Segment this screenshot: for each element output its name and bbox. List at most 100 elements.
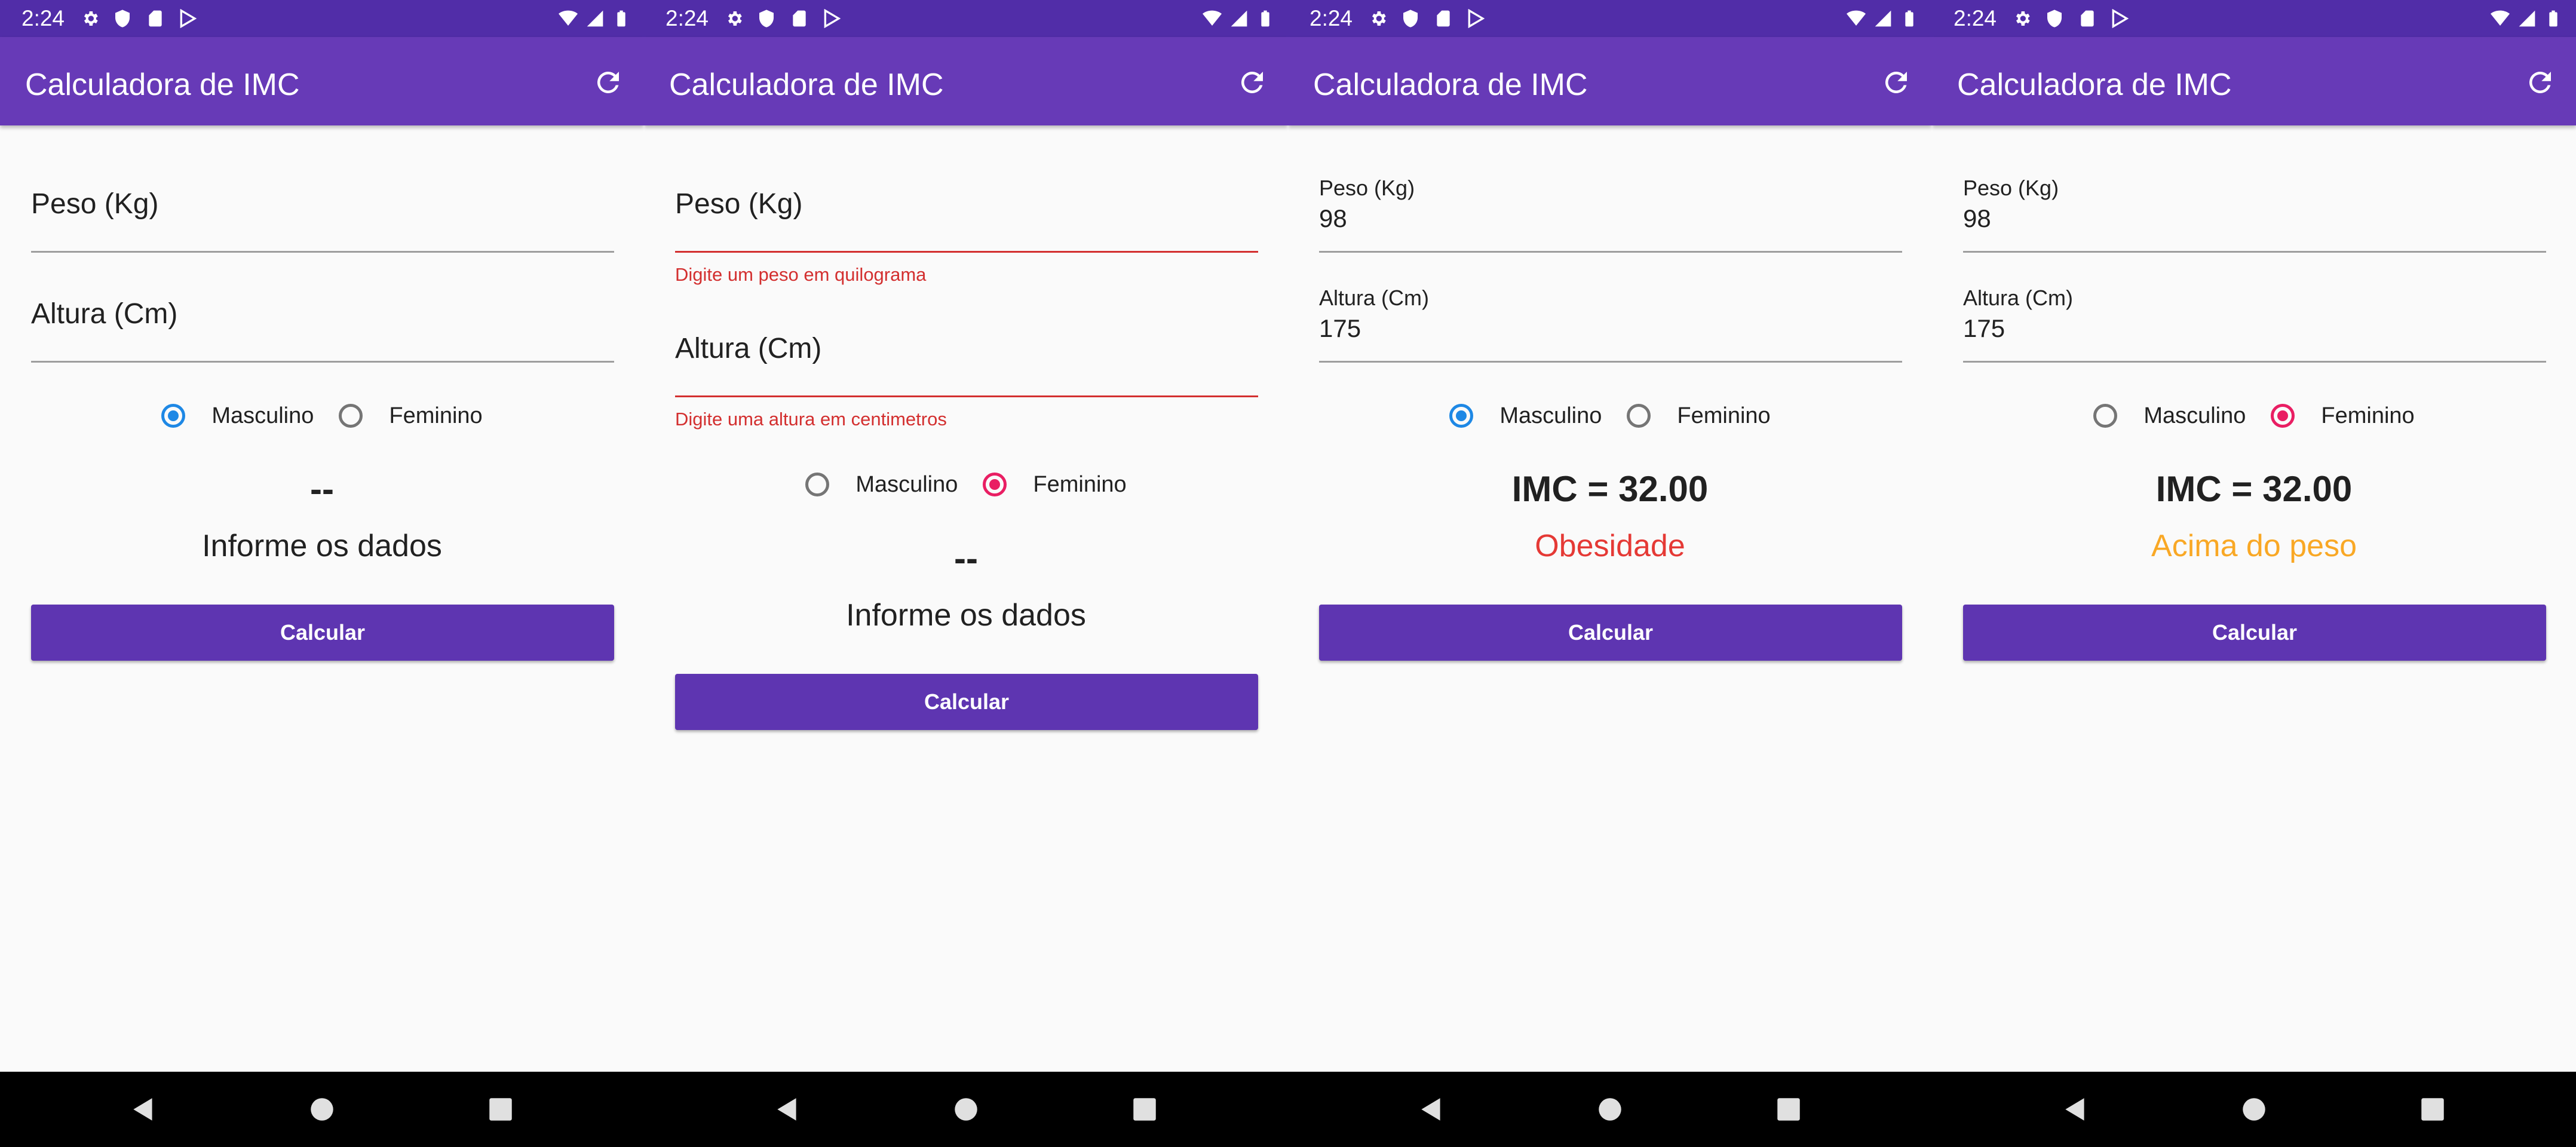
back-button[interactable] [1416,1094,1446,1124]
status-system-icons [2491,9,2568,28]
radio-male[interactable]: Masculino [1449,403,1602,429]
bmi-result: IMC = 32.00 [2155,469,2353,509]
sex-radio-group: Masculino Feminino [1932,398,2576,434]
radio-male-circle[interactable] [805,473,830,496]
radio-female-circle[interactable] [1627,404,1651,428]
refresh-icon [2529,71,2551,93]
settings-icon [2016,11,2030,26]
radio-female-circle[interactable] [2271,404,2295,428]
height-field[interactable]: Altura (Cm) [675,312,1258,397]
back-icon [777,1098,796,1121]
battery-icon [2549,10,2557,27]
settings-icon [728,11,742,26]
radio-female[interactable]: Feminino [2271,403,2415,429]
status-system-icons [559,9,636,28]
refresh-button[interactable] [590,65,626,100]
calculate-button[interactable]: Calcular [675,674,1258,730]
radio-female-label: Feminino [389,403,483,428]
home-icon [955,1098,977,1121]
weight-field[interactable]: Peso (Kg) [31,167,614,253]
radio-female-circle[interactable] [339,404,363,428]
calculate-button[interactable]: Calcular [31,605,614,661]
refresh-button[interactable] [1878,65,1914,100]
sd-card-icon [2081,10,2094,27]
radio-male[interactable]: Masculino [161,403,314,429]
radio-male-label: Masculino [211,403,314,428]
app-title: Calculadora de IMC [669,68,944,102]
calculate-button[interactable]: Calcular [1319,605,1902,661]
back-button[interactable] [128,1094,158,1124]
status-bar: 2:24 [644,0,1288,37]
home-button[interactable] [951,1094,981,1124]
refresh-icon [1885,71,1907,93]
shield-icon [2047,10,2062,27]
bmi-result: IMC = 32.00 [1511,469,1709,509]
nav-bar [1288,1072,1932,1147]
signal-icon [1875,10,1891,27]
radio-female[interactable]: Feminino [983,472,1127,498]
bmi-message: Acima do peso [2151,529,2357,563]
radio-male[interactable]: Masculino [2093,403,2246,429]
home-icon [1599,1098,1621,1121]
recents-button[interactable] [1130,1094,1160,1124]
weight-label: Peso (Kg) [31,188,159,220]
home-button[interactable] [1595,1094,1625,1124]
radio-female-circle[interactable] [983,473,1007,496]
play-store-icon [2112,8,2129,29]
nav-bar [1932,1072,2576,1147]
app-title: Calculadora de IMC [1313,68,1588,102]
radio-male-circle[interactable] [2093,404,2118,428]
status-notification-icons [1369,8,1496,29]
back-icon [133,1098,152,1121]
weight-label: Peso (Kg) [675,188,803,220]
weight-field[interactable]: Peso (Kg) [675,167,1258,253]
radio-male-label: Masculino [855,471,958,497]
recents-button[interactable] [486,1094,516,1124]
home-button[interactable] [2239,1094,2269,1124]
refresh-button[interactable] [2522,65,2558,100]
back-icon [1421,1098,1440,1121]
status-bar: 2:24 [1288,0,1932,37]
signal-icon [1231,10,1247,27]
weight-value: 98 [1319,204,1347,232]
nav-bar [644,1072,1288,1147]
refresh-button[interactable] [1234,65,1270,100]
radio-male-circle[interactable] [1449,404,1474,428]
recents-icon [1777,1098,1800,1121]
height-label: Altura (Cm) [1963,286,2074,310]
status-time: 2:24 [1954,6,1997,30]
weight-field[interactable]: Peso (Kg) 98 [1963,167,2546,253]
bmi-message: Informe os dados [846,598,1086,633]
height-field[interactable]: Altura (Cm) 175 [1319,277,1902,363]
back-button[interactable] [772,1094,802,1124]
status-bar: 2:24 [0,0,644,37]
sd-card-icon [793,10,806,27]
calculate-button[interactable]: Calcular [1963,605,2546,661]
settings-icon [1372,11,1386,26]
back-icon [2065,1098,2084,1121]
status-notification-icons [725,8,852,29]
sex-radio-group: Masculino Feminino [644,467,1288,502]
height-label: Altura (Cm) [675,333,822,364]
height-value: 175 [1963,314,2005,342]
radio-male[interactable]: Masculino [805,472,958,498]
height-field[interactable]: Altura (Cm) 175 [1963,277,2546,363]
back-button[interactable] [2060,1094,2090,1124]
wifi-icon [2491,10,2510,26]
home-button[interactable] [307,1094,337,1124]
radio-female[interactable]: Feminino [339,403,483,429]
wifi-icon [559,10,578,26]
app-bar: Calculadora de IMC [644,37,1288,125]
height-field[interactable]: Altura (Cm) [31,277,614,363]
radio-male-circle[interactable] [161,404,186,428]
bmi-message: Obesidade [1535,529,1685,563]
settings-icon [84,11,98,26]
recents-button[interactable] [1774,1094,1804,1124]
sex-radio-group: Masculino Feminino [0,398,644,434]
app-bar: Calculadora de IMC [1932,37,2576,125]
status-bar: 2:24 [1932,0,2576,37]
weight-label: Peso (Kg) [1319,176,1415,200]
radio-female[interactable]: Feminino [1627,403,1771,429]
recents-button[interactable] [2418,1094,2448,1124]
weight-field[interactable]: Peso (Kg) 98 [1319,167,1902,253]
